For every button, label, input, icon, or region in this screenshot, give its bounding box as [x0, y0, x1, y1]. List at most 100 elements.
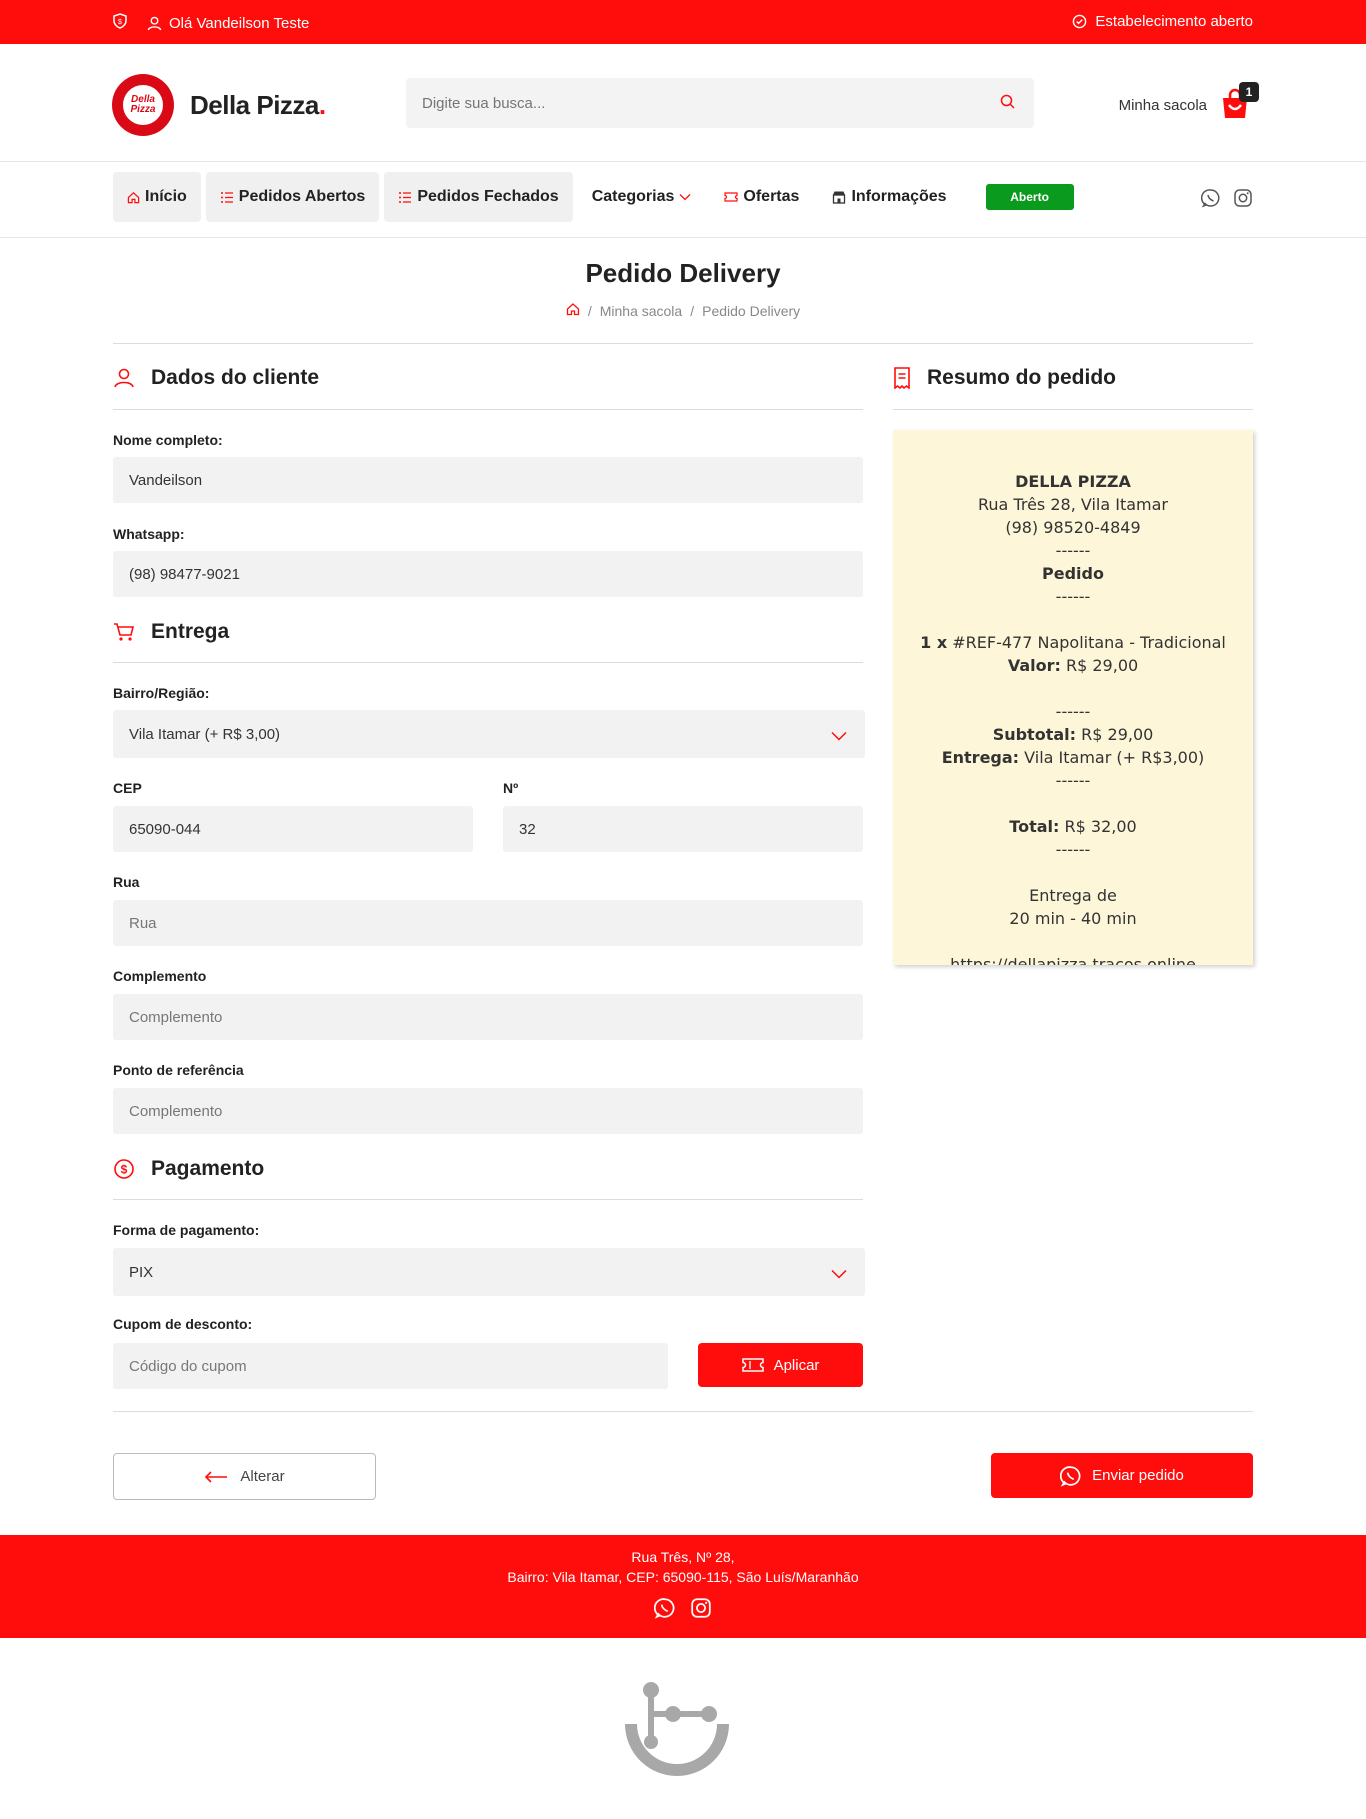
receipt-store-address: Rua Três 28, Vila Itamar [977, 495, 1168, 514]
open-status-badge: Aberto [985, 184, 1074, 210]
rua-field[interactable] [113, 900, 863, 946]
dollar-circle-icon: $ [114, 1159, 134, 1179]
chevron-down-icon [831, 1266, 847, 1283]
chevron-down-icon [679, 194, 691, 201]
home-icon[interactable] [566, 302, 580, 319]
instagram-icon[interactable] [690, 1597, 712, 1624]
forma-pagamento-value: PIX [129, 1263, 154, 1281]
receipt-icon [894, 367, 910, 389]
complemento-label: Complemento [113, 968, 207, 984]
cart-link[interactable]: Minha sacola 1 [1119, 82, 1259, 122]
svg-text:$: $ [121, 1163, 128, 1177]
footer-address-line2: Bairro: Vila Itamar, CEP: 65090-115, São… [507, 1569, 859, 1585]
section-heading-resumo: Resumo do pedido [893, 366, 1116, 390]
top-bar: $ Olá Vandeilson Teste Estabelecimento a… [0, 0, 1366, 44]
receipt-separator: ------ [1055, 771, 1091, 790]
store-status-text: Estabelecimento aberto [1095, 13, 1253, 30]
referencia-field[interactable] [113, 1088, 863, 1134]
user-greeting[interactable]: Olá Vandeilson Teste [147, 15, 309, 32]
ticket-icon [724, 192, 739, 202]
search-box [406, 78, 1034, 128]
footer: Rua Três, Nº 28, Bairro: Vila Itamar, CE… [0, 1535, 1366, 1638]
arrow-left-icon [205, 1470, 228, 1483]
receipt-separator: ------ [1055, 840, 1091, 859]
nav-item-label: Pedidos Abertos [238, 188, 366, 205]
cep-label: CEP [113, 780, 142, 796]
home-icon [127, 191, 140, 203]
cep-field[interactable] [113, 806, 473, 852]
numero-label: Nº [503, 780, 519, 796]
nav-item-label: Ofertas [743, 188, 800, 205]
list-icon [220, 191, 233, 203]
divider [113, 1411, 1253, 1412]
nav-item-pedidos-abertos[interactable]: Pedidos Abertos [205, 172, 380, 222]
rua-label: Rua [113, 874, 140, 890]
chevron-down-icon [831, 728, 847, 745]
alterar-label: Alterar [240, 1468, 285, 1485]
breadcrumb-current: Pedido Delivery [702, 302, 801, 319]
search-icon[interactable] [1000, 94, 1016, 115]
nav-item-label: Categorias [591, 188, 675, 205]
enviar-pedido-button[interactable]: Enviar pedido [991, 1453, 1253, 1498]
alterar-button[interactable]: Alterar [113, 1453, 376, 1500]
order-receipt: DELLA PIZZA Rua Três 28, Vila Itamar (98… [893, 430, 1253, 965]
receipt-entrega: Entrega: Vila Itamar (+ R$3,00) [941, 748, 1205, 767]
divider [113, 343, 1253, 344]
header: DellaPizza Della Pizza. Minha sacola 1 [0, 44, 1366, 162]
ticket-icon [741, 1358, 764, 1372]
receipt-separator: ------ [1055, 702, 1091, 721]
receipt-pedido-label: Pedido [1042, 564, 1104, 583]
nav-item-ofertas[interactable]: Ofertas [710, 172, 813, 222]
store-icon [833, 191, 846, 204]
breadcrumb-link-sacola[interactable]: Minha sacola [600, 303, 683, 319]
search-input[interactable] [406, 78, 966, 128]
whatsapp-icon [1060, 1465, 1081, 1487]
whatsapp-icon[interactable] [653, 1597, 676, 1624]
section-heading-cliente: Dados do cliente [113, 366, 319, 390]
bairro-selected-value: Vila Itamar (+ R$ 3,00) [129, 725, 281, 743]
bairro-label: Bairro/Região: [113, 685, 210, 701]
nav-item-pedidos-fechados[interactable]: Pedidos Fechados [384, 172, 573, 222]
nav-item-inicio[interactable]: Início [113, 172, 201, 222]
user-icon [147, 16, 162, 30]
user-icon [114, 368, 134, 388]
brand-name: Della Pizza. [190, 89, 326, 120]
shield-icon: $ [113, 13, 127, 33]
nav-item-label: Informações [851, 188, 947, 205]
page-title: Pedido Delivery [585, 258, 781, 288]
nome-label: Nome completo: [113, 432, 223, 448]
forma-pagamento-select[interactable]: PIX [113, 1248, 865, 1296]
nav-item-categorias[interactable]: Categorias [578, 172, 706, 222]
developer-logo-icon [617, 1680, 737, 1785]
nav-item-informacoes[interactable]: Informações [818, 172, 960, 222]
instagram-icon[interactable] [1233, 188, 1253, 213]
nav-item-label: Início [145, 188, 187, 205]
whatsapp-field[interactable] [113, 551, 863, 597]
aplicar-cupom-button[interactable]: Aplicar [698, 1343, 863, 1387]
bairro-select[interactable]: Vila Itamar (+ R$ 3,00) [113, 710, 865, 758]
main-nav: Início Pedidos Abertos Pedidos Fechados … [0, 162, 1366, 238]
check-circle-icon [1073, 14, 1087, 29]
nome-field[interactable] [113, 457, 863, 503]
numero-field[interactable] [503, 806, 863, 852]
enviar-pedido-label: Enviar pedido [1092, 1467, 1184, 1484]
whatsapp-icon[interactable] [1200, 188, 1221, 213]
cupom-field[interactable] [113, 1343, 668, 1389]
svg-text:$: $ [118, 19, 122, 26]
receipt-store-phone: (98) 98520-4849 [1005, 518, 1141, 537]
receipt-store-name: DELLA PIZZA [1015, 472, 1131, 491]
receipt-total: Total: R$ 32,00 [1009, 817, 1137, 836]
list-icon [399, 191, 412, 203]
logo[interactable]: Della Pizza Della Pizza. [112, 74, 326, 136]
divider [113, 662, 863, 663]
complemento-field[interactable] [113, 994, 863, 1040]
nav-item-label: Pedidos Fechados [417, 188, 559, 205]
cart-count-badge: 1 [1239, 82, 1259, 102]
shopping-bag-icon[interactable]: 1 [1219, 82, 1259, 122]
divider [893, 409, 1253, 410]
footer-address-line1: Rua Três, Nº 28, [631, 1549, 735, 1565]
aplicar-label: Aplicar [773, 1356, 820, 1374]
receipt-delivery-time-line2: 20 min - 40 min [1009, 909, 1137, 928]
receipt-subtotal: Subtotal: R$ 29,00 [992, 725, 1154, 744]
forma-pagamento-label: Forma de pagamento: [113, 1222, 260, 1238]
